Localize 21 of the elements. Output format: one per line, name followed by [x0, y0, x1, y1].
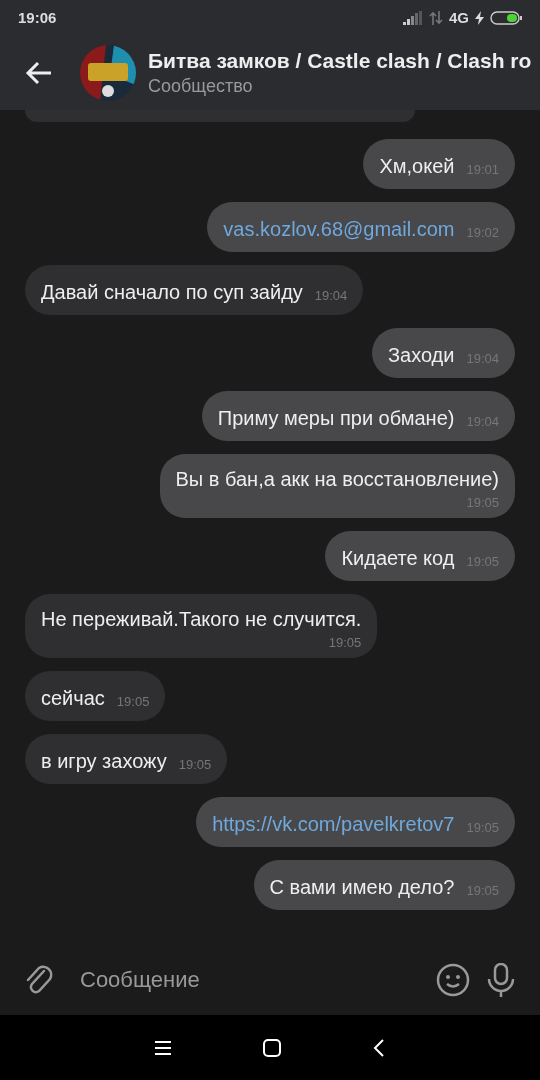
message-text: Приму меры при обмане) — [217, 406, 455, 431]
message-input[interactable]: Сообщение — [70, 960, 420, 1000]
clock-time: 19:06 — [18, 9, 57, 26]
message-text: Кидаете код — [341, 546, 455, 571]
message-text: в игру захожу — [41, 749, 167, 774]
message-text: Не переживай.Такого не случится. — [41, 607, 362, 632]
chat-title: Битва замков / Castle clash / Clash ro — [148, 48, 532, 73]
message-text: С вами имею дело? — [269, 875, 455, 900]
message-time: 19:05 — [116, 695, 150, 709]
message-link[interactable]: vas.kozlov.68@gmail.com — [223, 216, 455, 242]
message-link[interactable]: https://vk.com/pavelkretov7 — [212, 811, 455, 837]
message-time: 19:05 — [328, 636, 362, 650]
message-time: 19:05 — [178, 758, 212, 772]
network-label: 4G — [449, 9, 469, 26]
chat-subtitle: Сообщество — [148, 75, 254, 97]
message-text: Давай сначало по суп зайду — [41, 280, 303, 305]
message-text: Вы в бан,а акк на восстановление) — [175, 467, 499, 492]
message-text: Заходи — [387, 343, 455, 368]
message-text: Хм,окей — [379, 154, 455, 179]
message-time: 19:04 — [314, 289, 348, 303]
message-text: сейчас — [41, 686, 105, 711]
